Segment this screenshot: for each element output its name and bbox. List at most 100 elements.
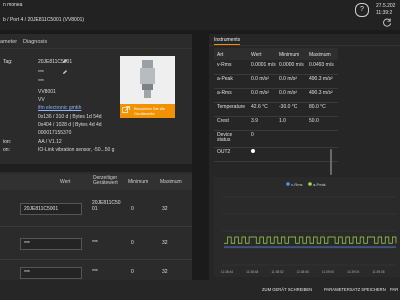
measurement-art: Temperature: [217, 104, 246, 110]
measurement-art: Crest: [217, 118, 229, 124]
trend-chart: v-Rms a-Peak 11:38:44 11:38:48 11:38:52 11:38…: [221, 182, 397, 274]
legend-marker: [286, 182, 290, 186]
x-tick-label: 11:38:52: [271, 270, 283, 274]
measurement-row: Device status 0: [214, 131, 338, 147]
header-wert: Wert: [60, 179, 71, 185]
description-value: IO-Link vibration sensor, -50...50 g: [38, 147, 115, 153]
measurement-min: 1.0: [279, 118, 286, 124]
measurement-min: -30.0 °C: [279, 104, 298, 110]
section-gap: [0, 164, 192, 172]
measurement-max: 490.3 m/s²: [309, 76, 333, 82]
breadcrumb: b / Port 4 / 20JE811C5001 (VV8001): [3, 17, 85, 23]
version-value: AA / V1.12: [38, 139, 62, 145]
measurement-wert: 0.0 m/s²: [251, 76, 270, 82]
profile-id-2: 0x404 / 1028 d | Bytes 4d 4d: [38, 122, 102, 128]
measurement-row: v-Rms 0.0001 m/s 0.0000 m/s 0.0493 m/s: [214, 61, 338, 74]
value-input-text: ***: [24, 270, 30, 276]
parameter-panel: ameter Diagnosis Tag: 20JE811C5001 *** *…: [0, 34, 192, 280]
chart-area: v-Rms a-Peak 11:38:44 11:38:48 11:38:52 11:38…: [214, 177, 400, 277]
value-input-text: ***: [24, 241, 30, 247]
device-page-link[interactable]: Besuchen Sie die Geräteseite: [120, 104, 175, 118]
x-tick-label: 11:39:04: [347, 270, 359, 274]
save-parameter-set-button[interactable]: PARAMETERSATZ SPEICHERN: [324, 287, 386, 292]
x-tick-label: 11:38:48: [246, 270, 258, 274]
table-row: 20JE811C5001 20JE811C5001 0 32: [0, 194, 192, 226]
measurement-max: 80.0 °C: [309, 104, 326, 110]
table-scrollbar[interactable]: [330, 149, 332, 175]
max-value: 32: [162, 240, 168, 246]
help-icon[interactable]: ?: [355, 3, 369, 17]
table-row: *** *** 0 32: [0, 227, 192, 259]
top-bar: n monea b / Port 4 / 20JE811C5001 (VV800…: [0, 0, 400, 30]
header-wert: Wert: [251, 52, 262, 58]
external-link-icon: [122, 106, 130, 114]
measurement-wert: 0: [251, 132, 254, 138]
value-input[interactable]: ***: [20, 238, 82, 250]
max-value: 32: [162, 206, 168, 212]
edit-icon[interactable]: [62, 69, 68, 75]
vendor-short: VV: [38, 97, 45, 103]
mask-field-2: ***: [38, 79, 44, 85]
measurement-table: Art Wert Minimum Maximum v-Rms 0.0001 m/s…: [214, 48, 338, 162]
x-tick-label: 11:38:44: [221, 270, 233, 274]
header-maximum: Maximum: [160, 179, 182, 185]
measurement-art: OUT2: [217, 149, 231, 155]
measurement-max: 50.0: [309, 118, 319, 124]
header-current: Derzeitiger Gerätewert: [93, 175, 118, 186]
edit-icon[interactable]: [62, 58, 68, 64]
instruments-panel: Instruments Art Wert Minimum Maximum v-R…: [209, 34, 400, 280]
time-text: 11:39:2: [376, 10, 393, 16]
measurement-art: a-Peak: [217, 76, 233, 82]
measurement-wert: 42.6 °C: [251, 104, 268, 110]
description-label: on:: [3, 147, 10, 153]
vendor-link[interactable]: ifm electronic gmbh: [38, 105, 81, 111]
min-value: 0: [131, 206, 134, 212]
measurement-art: v-Rms: [217, 62, 232, 68]
tag-label: Tag:: [3, 59, 13, 65]
serial-number: 000017155370: [38, 130, 72, 136]
value-input[interactable]: ***: [20, 267, 82, 279]
measurement-min: 0.0 m/s²: [279, 76, 298, 82]
x-tick-label: 11:39:08: [372, 270, 384, 274]
mask-field-1: ***: [38, 70, 44, 76]
series-line-a-Peak: [224, 236, 397, 244]
tab-divider: [209, 45, 400, 46]
header-art: Art: [217, 52, 224, 58]
window-title: n monea: [3, 2, 23, 8]
x-tick-label: 11:38:56: [297, 270, 309, 274]
legend-label: v-Rms: [291, 182, 303, 187]
x-tick-label: 11:39:00: [322, 270, 334, 274]
measurement-row: a-Rms 0.0 m/s² 0.0 m/s² 490.3 m/s²: [214, 89, 338, 102]
status-indicator-icon: [251, 149, 255, 153]
profile-id-1: 0x136 / 310 d | Bytes 1d 54d: [38, 114, 102, 120]
refresh-icon[interactable]: [383, 18, 392, 27]
write-to-device-button[interactable]: ZUM GERÄT SCHREIBEN: [262, 287, 312, 292]
measurement-max: 0.0493 m/s: [309, 62, 334, 68]
measurement-row: a-Peak 0.0 m/s² 0.0 m/s² 490.3 m/s²: [214, 75, 338, 88]
measurement-min: 0.0000 m/s: [279, 62, 304, 68]
tab-diagnosis[interactable]: Diagnosis: [23, 39, 47, 45]
max-value: 32: [162, 269, 168, 275]
parameter-table-header: Wert Derzeitiger Gerätewert Minimum Maxi…: [0, 174, 192, 190]
tab-instruments[interactable]: Instruments: [214, 37, 241, 45]
tab-parameter[interactable]: ameter: [0, 39, 17, 45]
tab-divider: [0, 48, 192, 49]
measurement-table-header: Art Wert Minimum Maximum: [214, 48, 338, 60]
measurement-art: a-Rms: [217, 90, 232, 96]
value-input[interactable]: 20JE811C5001: [20, 203, 82, 215]
current-value: ***: [92, 240, 98, 246]
min-value: 0: [131, 240, 134, 246]
header-maximum: Maximum: [309, 52, 331, 58]
measurement-max: 490.3 m/s²: [309, 90, 333, 96]
product-code: VV8001: [38, 89, 56, 95]
measurement-wert: 3.9: [251, 118, 258, 124]
header-minimum: Minimum: [279, 52, 300, 58]
measurement-row: Crest 3.9 1.0 50.0: [214, 117, 338, 130]
measurement-row: Temperature 42.6 °C -30.0 °C 80.0 °C: [214, 103, 338, 116]
device-page-link-text: Besuchen Sie die Geräteseite: [134, 105, 166, 116]
value-input-text: 20JE811C5001: [24, 206, 59, 212]
measurement-wert: 0.0 m/s²: [251, 90, 270, 96]
par-button[interactable]: PAR: [390, 287, 398, 292]
header-minimum: Minimum: [128, 179, 149, 185]
measurement-min: 0.0 m/s²: [279, 90, 298, 96]
